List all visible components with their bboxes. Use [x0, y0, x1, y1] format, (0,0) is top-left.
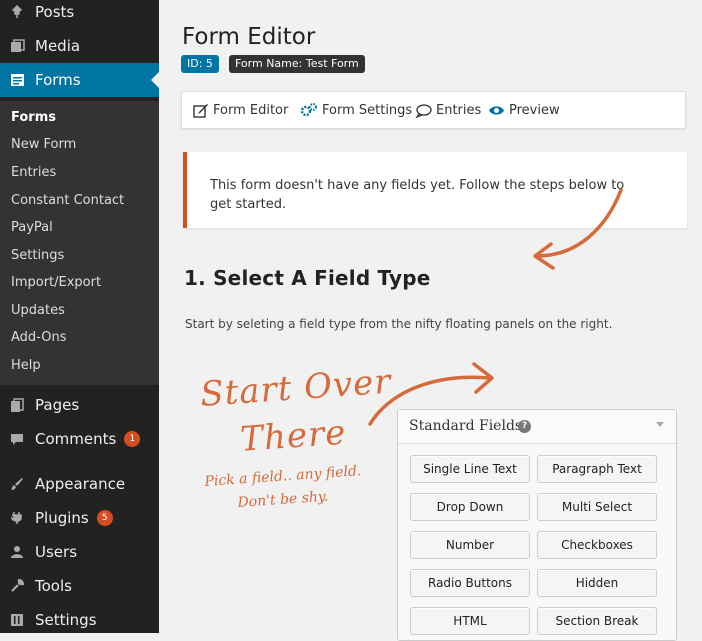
collapse-icon[interactable]	[656, 422, 664, 427]
step-intro: Start by seleting a field type from the …	[185, 317, 613, 331]
field-hidden-button[interactable]: Hidden	[537, 569, 657, 597]
sidebar-item-posts[interactable]: Posts	[0, 0, 159, 29]
submenu-import-export[interactable]: Import/Export	[11, 275, 101, 290]
sidebar-item-label: Appearance	[35, 475, 126, 493]
sidebar-item-tools[interactable]: Tools	[0, 569, 159, 603]
comments-icon	[9, 431, 25, 447]
toolbar-entries[interactable]: Entries	[415, 92, 481, 128]
toolbar-form-settings[interactable]: Form Settings	[300, 92, 412, 128]
curved-arrow-icon	[533, 188, 623, 270]
toolbar-label: Form Settings	[322, 102, 413, 118]
toolbar-form-editor[interactable]: Form Editor	[193, 92, 288, 128]
field-checkboxes-button[interactable]: Checkboxes	[537, 531, 657, 559]
panel-header[interactable]: Standard Fields ?	[398, 410, 676, 444]
pin-icon	[9, 4, 25, 20]
toolbar-label: Form Editor	[213, 102, 289, 118]
toolbar-label: Preview	[509, 102, 560, 118]
sidebar-item-media[interactable]: Media	[0, 29, 159, 63]
sidebar-item-label: Forms	[35, 71, 81, 89]
sidebar-item-settings[interactable]: Settings	[0, 603, 159, 637]
eye-icon	[489, 105, 504, 115]
sidebar-item-plugins[interactable]: Plugins 5	[0, 501, 159, 535]
sidebar-item-comments[interactable]: Comments 1	[0, 422, 159, 456]
handwritten-line-4: Don't be shy.	[237, 488, 329, 511]
comments-count-badge: 1	[124, 431, 141, 447]
sidebar-item-label: Users	[35, 543, 78, 561]
sidebar-item-label: Tools	[35, 577, 72, 595]
form-name-tag: Form Name: Test Form	[229, 55, 365, 73]
field-section-break-button[interactable]: Section Break	[537, 607, 657, 635]
plugin-icon	[9, 510, 25, 526]
submenu-new-form[interactable]: New Form	[11, 137, 76, 152]
sidebar-item-label: Pages	[35, 396, 80, 414]
forms-icon	[9, 72, 25, 88]
field-radio-buttons-button[interactable]: Radio Buttons	[410, 569, 530, 597]
step-heading: 1. Select A Field Type	[184, 266, 431, 290]
edit-icon	[193, 103, 208, 118]
comment-bubble-icon	[415, 103, 432, 118]
sidebar-item-appearance[interactable]: Appearance	[0, 467, 159, 501]
forms-submenu: Forms New Form Entries Constant Contact …	[0, 101, 159, 385]
sidebar-item-label: Settings	[35, 611, 97, 629]
sidebar-item-label: Plugins	[35, 509, 89, 527]
sidebar-item-label: Media	[35, 37, 81, 55]
submenu-settings[interactable]: Settings	[11, 248, 64, 263]
gears-icon	[300, 102, 317, 116]
field-number-button[interactable]: Number	[410, 531, 530, 559]
sidebar-item-label: Posts	[35, 3, 75, 21]
submenu-paypal[interactable]: PayPal	[11, 220, 53, 235]
field-html-button[interactable]: HTML	[410, 607, 530, 635]
submenu-add-ons[interactable]: Add-Ons	[11, 330, 66, 345]
handwritten-line-2: There	[239, 412, 348, 460]
page-title: Form Editor	[182, 24, 316, 50]
settings-icon	[9, 612, 25, 628]
standard-fields-panel: Standard Fields ? Single Line Text Parag…	[397, 409, 677, 641]
main-content: Form Editor ID: 5 Form Name: Test Form F…	[159, 0, 702, 641]
sidebar-item-users[interactable]: Users	[0, 535, 159, 569]
media-icon	[9, 38, 25, 54]
submenu-help[interactable]: Help	[11, 358, 41, 373]
form-toolbar: Form Editor Form Settings Entries Previe…	[181, 91, 686, 129]
submenu-forms[interactable]: Forms	[11, 110, 56, 125]
plugins-update-badge: 5	[96, 510, 113, 526]
users-icon	[9, 544, 25, 560]
toolbar-label: Entries	[436, 102, 482, 118]
field-paragraph-text-button[interactable]: Paragraph Text	[537, 455, 657, 483]
panel-title: Standard Fields	[409, 418, 523, 434]
sidebar-item-forms[interactable]: Forms	[0, 63, 159, 97]
wrench-icon	[9, 578, 25, 594]
toolbar-preview[interactable]: Preview	[488, 92, 560, 128]
submenu-constant-contact[interactable]: Constant Contact	[11, 193, 124, 208]
field-single-line-text-button[interactable]: Single Line Text	[410, 455, 530, 483]
pages-icon	[9, 397, 25, 413]
field-drop-down-button[interactable]: Drop Down	[410, 493, 530, 521]
handwritten-line-3: Pick a field.. any field.	[204, 463, 362, 490]
brush-icon	[9, 476, 25, 492]
submenu-entries[interactable]: Entries	[11, 165, 56, 180]
sidebar-item-label: Comments	[35, 430, 117, 448]
field-multi-select-button[interactable]: Multi Select	[537, 493, 657, 521]
help-icon[interactable]: ?	[518, 420, 531, 433]
form-id-tag: ID: 5	[181, 55, 219, 73]
sidebar-item-pages[interactable]: Pages	[0, 388, 159, 422]
submenu-updates[interactable]: Updates	[11, 303, 65, 318]
admin-sidebar: Posts Media Forms Forms New Form Entries…	[0, 0, 159, 633]
